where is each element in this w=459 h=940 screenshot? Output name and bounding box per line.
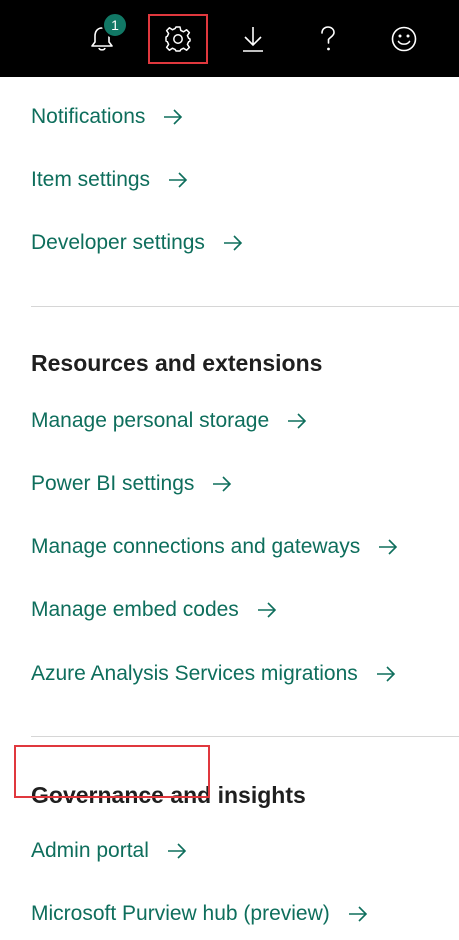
section-divider xyxy=(31,306,459,307)
admin-portal-link[interactable]: Admin portal xyxy=(31,835,187,867)
arrow-right-icon xyxy=(348,906,368,922)
microsoft-purview-hub-label: Microsoft Purview hub (preview) xyxy=(31,902,330,925)
arrow-right-icon xyxy=(223,235,243,251)
top-toolbar: 1 xyxy=(0,0,459,77)
power-bi-settings-link[interactable]: Power BI settings xyxy=(31,468,232,500)
arrow-right-icon xyxy=(163,109,183,125)
download-button[interactable] xyxy=(223,14,283,64)
manage-connections-gateways-label: Manage connections and gateways xyxy=(31,535,361,558)
developer-settings-link-label: Developer settings xyxy=(31,231,205,254)
arrow-right-icon xyxy=(287,413,307,429)
resources-heading: Resources and extensions xyxy=(31,350,323,376)
settings-button[interactable] xyxy=(148,14,208,64)
admin-portal-label: Admin portal xyxy=(31,839,149,862)
section-divider xyxy=(31,736,459,737)
manage-personal-storage-link[interactable]: Manage personal storage xyxy=(31,405,307,437)
manage-embed-codes-label: Manage embed codes xyxy=(31,598,239,621)
manage-connections-gateways-link[interactable]: Manage connections and gateways xyxy=(31,531,398,563)
admin-portal-highlight xyxy=(14,745,210,798)
help-icon xyxy=(321,26,335,51)
feedback-button[interactable] xyxy=(374,14,434,64)
arrow-right-icon xyxy=(378,539,398,555)
arrow-right-icon xyxy=(257,602,277,618)
notification-count-badge: 1 xyxy=(102,12,128,38)
arrow-right-icon xyxy=(212,476,232,492)
azure-analysis-services-migrations-link[interactable]: Azure Analysis Services migrations xyxy=(31,658,396,690)
developer-settings-link[interactable]: Developer settings xyxy=(31,227,243,259)
notifications-link[interactable]: Notifications xyxy=(31,101,183,133)
azure-analysis-services-migrations-label: Azure Analysis Services migrations xyxy=(31,662,358,685)
smiley-icon xyxy=(391,26,417,52)
arrow-right-icon xyxy=(167,843,187,859)
notifications-button[interactable]: 1 xyxy=(72,12,132,64)
power-bi-settings-label: Power BI settings xyxy=(31,472,195,495)
manage-embed-codes-link[interactable]: Manage embed codes xyxy=(31,594,277,626)
notifications-link-label: Notifications xyxy=(31,105,146,128)
microsoft-purview-hub-link[interactable]: Microsoft Purview hub (preview) xyxy=(31,898,368,930)
download-icon xyxy=(243,27,263,52)
manage-personal-storage-label: Manage personal storage xyxy=(31,409,270,432)
item-settings-link[interactable]: Item settings xyxy=(31,164,188,196)
item-settings-link-label: Item settings xyxy=(31,168,151,191)
gear-icon xyxy=(165,26,191,52)
help-button[interactable] xyxy=(298,14,358,64)
arrow-right-icon xyxy=(376,666,396,682)
arrow-right-icon xyxy=(168,172,188,188)
